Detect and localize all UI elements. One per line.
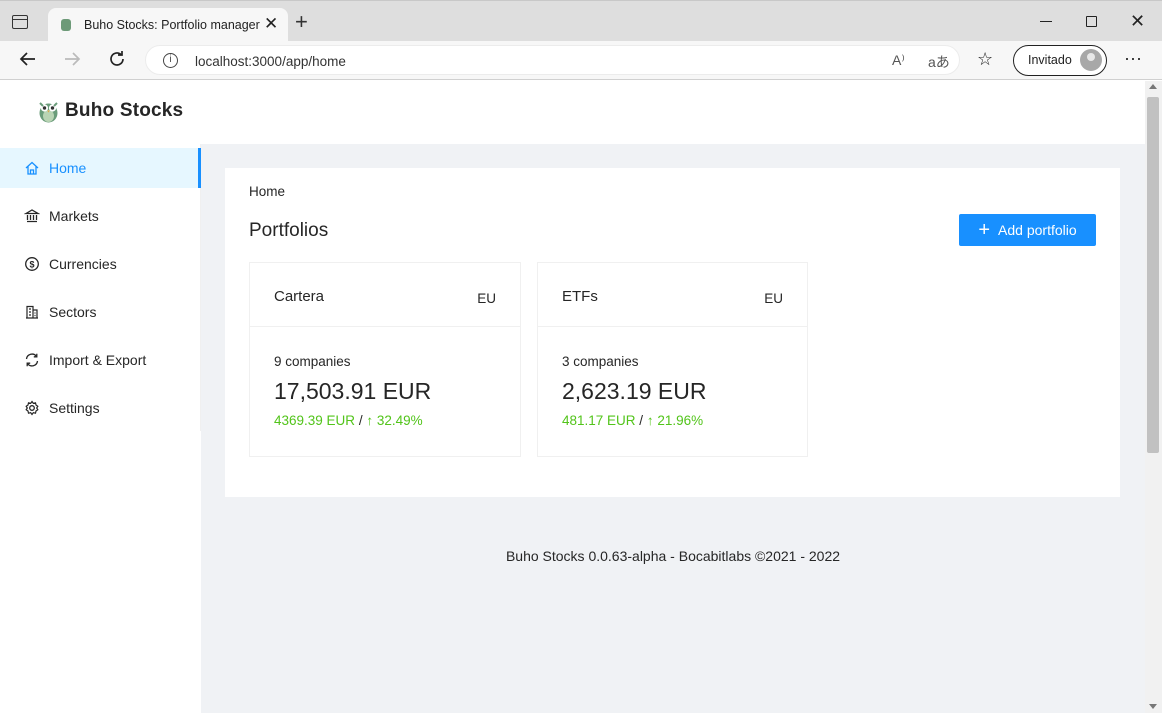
sidebar-item-label: Sectors [49,304,97,320]
owl-logo-icon [39,102,58,123]
sidebar-item-markets[interactable]: Markets [0,196,201,236]
sidebar-item-import-export[interactable]: Import & Export [0,340,201,380]
portfolio-value: 2,623.19 EUR [562,378,707,404]
plus-icon: + [978,219,991,241]
dollar-circle-icon: $ [25,257,39,271]
tab-title: Buho Stocks: Portfolio manager [84,18,260,32]
avatar [1080,49,1102,71]
favicon-icon [61,19,71,31]
sidebar-item-label: Settings [49,400,100,416]
bank-icon [24,209,40,223]
close-tab-icon[interactable]: ✕ [264,15,278,33]
sidebar-item-label: Currencies [49,256,117,272]
minimize-icon[interactable] [1040,21,1052,22]
main-content: Home Portfolios + Add portfolio Cartera … [225,168,1120,497]
arrow-up-icon: ↑ [646,413,654,428]
info-icon[interactable]: i [163,53,178,68]
url-text: localhost:3000/app/home [195,54,346,69]
sidebar-item-settings[interactable]: Settings [0,388,201,428]
sidebar-item-sectors[interactable]: Sectors [0,292,201,332]
back-icon[interactable] [18,49,38,73]
reload-icon[interactable] [107,49,127,73]
scroll-thumb[interactable] [1147,97,1159,453]
sidebar-item-label: Markets [49,208,99,224]
return-amount: 4369.39 EUR [274,413,356,428]
scroll-down-icon[interactable] [1149,704,1157,709]
profile-label: Invitado [1028,53,1072,67]
profile-button[interactable]: Invitado [1013,45,1107,76]
portfolio-name[interactable]: ETFs [562,288,598,305]
address-bar[interactable]: i localhost:3000/app/home A⁾ aあ [145,45,960,75]
portfolio-name[interactable]: Cartera [274,288,324,305]
tab-actions-icon[interactable] [12,15,28,29]
home-icon [25,161,39,175]
gear-icon [25,400,39,416]
window-close-icon[interactable]: ✕ [1130,11,1145,32]
sidebar-item-currencies[interactable]: $ Currencies [0,244,201,284]
portfolio-card-etfs[interactable]: ETFs EU 3 companies 2,623.19 EUR 481.17 … [537,262,808,457]
browser-tab-bar: Buho Stocks: Portfolio manager ✕ + ✕ [0,0,1162,42]
footer: Buho Stocks 0.0.63-alpha - Bocabitlabs ©… [505,548,841,564]
company-count: 9 companies [274,354,351,369]
scroll-up-icon[interactable] [1149,84,1157,89]
sync-icon [25,353,39,367]
more-options-icon[interactable]: ··· [1124,48,1142,69]
app-layout: Buho Stocks Home Markets $ Currencies Se… [0,81,1145,713]
card-header: Cartera EU [250,263,520,327]
portfolio-return: 481.17 EUR / ↑ 21.96% [562,413,704,428]
portfolio-card-cartera[interactable]: Cartera EU 9 companies 17,503.91 EUR 436… [249,262,521,457]
building-icon [26,305,38,319]
forward-icon[interactable] [62,49,82,73]
portfolio-value: 17,503.91 EUR [274,378,432,404]
company-count: 3 companies [562,354,639,369]
browser-tab[interactable]: Buho Stocks: Portfolio manager ✕ [48,8,288,42]
portfolio-region: EU [764,291,783,306]
favorites-icon[interactable]: ☆ [977,50,993,68]
app-header: Buho Stocks [0,81,1145,144]
page-title: Portfolios [249,220,329,241]
sidebar-item-label: Home [49,160,87,176]
new-tab-icon[interactable]: + [295,11,308,33]
sidebar: Home Markets $ Currencies Sectors Import… [0,144,201,431]
breadcrumb[interactable]: Home [249,184,285,199]
scrollbar[interactable] [1145,81,1162,713]
add-portfolio-button[interactable]: + Add portfolio [959,214,1096,246]
add-portfolio-label: Add portfolio [998,222,1077,238]
portfolio-return: 4369.39 EUR / ↑ 32.49% [274,413,423,428]
portfolio-region: EU [477,291,496,306]
return-percent: 32.49% [376,413,423,428]
return-percent: 21.96% [657,413,704,428]
sidebar-background [0,431,201,713]
arrow-up-icon: ↑ [366,413,374,428]
read-aloud-icon[interactable]: A⁾ [892,52,905,69]
return-amount: 481.17 EUR [562,413,636,428]
card-header: ETFs EU [538,263,807,327]
brand-name: Buho Stocks [65,100,184,121]
maximize-icon[interactable] [1086,16,1097,27]
sidebar-item-home[interactable]: Home [0,148,201,188]
svg-text:$: $ [29,259,34,269]
sidebar-item-label: Import & Export [49,352,147,368]
translate-icon[interactable]: aあ [928,52,950,72]
browser-toolbar: i localhost:3000/app/home A⁾ aあ ☆ Invita… [0,41,1162,80]
